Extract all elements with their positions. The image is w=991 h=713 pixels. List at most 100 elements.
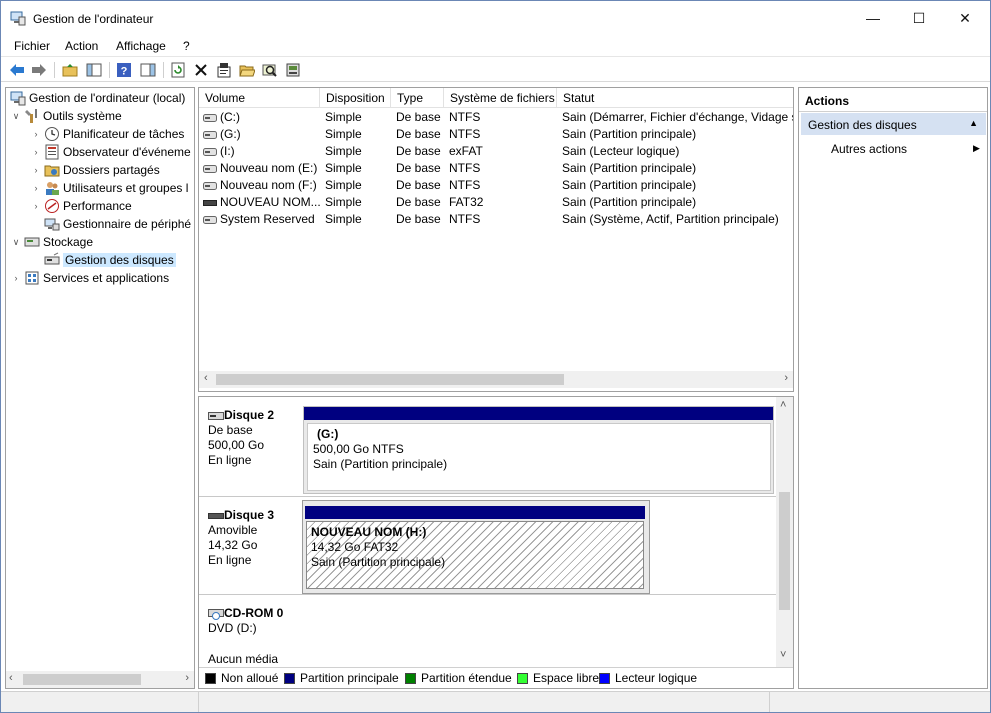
expand-arrow-icon[interactable]: › [30,129,42,139]
forward-icon[interactable] [30,61,48,79]
scroll-left-icon[interactable]: ‹ [9,672,13,684]
collapse-arrow-icon[interactable]: ∨ [10,237,22,248]
partition-name: (G:) [317,427,339,441]
actions-section-gestion-disques[interactable]: Gestion des disques ▲ [801,113,986,135]
disk-info-disque-2[interactable]: Disque 2 De base 500,00 Go En ligne [199,397,302,497]
legend-label: Espace libre [533,671,600,685]
collapse-triangle-icon[interactable]: ▲ [969,118,978,128]
partition-g[interactable]: (G:) 500,00 Go NTFS Sain (Partition prin… [303,406,774,494]
search-icon[interactable] [261,61,279,79]
column-header-type[interactable]: Type [391,88,444,108]
menu-bar: Fichier Action Affichage ? [1,35,990,57]
computer-management-icon [10,11,26,26]
tree-item-outils-systeme[interactable]: ∨ Outils système [10,107,122,125]
table-cell: (I:) [220,144,235,158]
tree-item-performance[interactable]: › Performance [30,197,132,215]
table-row[interactable]: Nouveau nom (F:) Simple De base NTFS Sain (P… [199,177,793,194]
volume-icon [203,216,217,224]
expand-arrow-icon[interactable]: › [30,147,42,157]
disk-3-track: NOUVEAU NOM (H:) 14,32 Go FAT32 Sain (Pa… [302,498,793,595]
partition-detail: 14,32 Go FAT32 [311,540,399,554]
toolbar: ? [1,58,990,82]
scroll-up-icon[interactable]: ˄ [780,399,786,411]
partition-name: NOUVEAU NOM (H:) [311,525,427,539]
disk-layout-pane: Disque 2 De base 500,00 Go En ligne (G:)… [198,396,794,689]
disk-vertical-scrollbar[interactable]: ˄ ˅ [776,397,793,667]
scroll-right-icon[interactable]: › [185,672,189,684]
tree-item-utilisateurs[interactable]: › Utilisateurs et groupes l [30,179,188,197]
maximize-button[interactable]: ☐ [896,1,942,35]
column-header-filesystem[interactable]: Système de fichiers [444,88,557,108]
menu-fichier[interactable]: Fichier [14,39,50,53]
refresh-icon[interactable] [169,61,187,79]
scroll-thumb[interactable] [779,492,790,610]
open-folder-icon[interactable] [238,61,256,79]
tree-item-gestionnaire-peripheriques[interactable]: Gestionnaire de périphé [42,215,191,233]
tree-horizontal-scrollbar[interactable]: ‹ › [6,671,194,688]
tree-item-stockage[interactable]: ∨ Stockage [10,233,93,251]
disk-name: Disque 3 [224,508,275,522]
collapse-arrow-icon[interactable]: ∨ [10,111,22,122]
table-row[interactable]: (I:) Simple De base exFAT Sain (Lecteur logi… [199,143,793,160]
disk-info-cdrom-0[interactable]: CD-ROM 0 DVD (D:) Aucun média [199,596,302,667]
properties-icon[interactable] [215,61,233,79]
show-hide-action-pane-icon[interactable] [139,61,157,79]
table-cell: FAT32 [449,195,484,209]
menu-affichage[interactable]: Affichage [116,39,166,53]
disk-type: Amovible [208,523,258,537]
tree-item-observateur[interactable]: › Observateur d'événeme [30,143,191,161]
volume-icon [203,131,217,139]
back-icon[interactable] [8,61,26,79]
column-header-disposition[interactable]: Disposition [320,88,391,108]
table-cell: Simple [325,212,362,226]
expand-arrow-icon[interactable]: › [10,273,22,283]
table-row[interactable]: (G:) Simple De base NTFS Sain (Partition pri… [199,126,793,143]
table-row[interactable]: System Reserved Simple De base NTFS Sain (Sy… [199,211,793,228]
delete-icon[interactable] [192,61,210,79]
legend-swatch [284,672,295,684]
partition-info: NOUVEAU NOM (H:) 14,32 Go FAT32 Sain (Pa… [306,521,644,589]
menu-help[interactable]: ? [183,39,190,53]
volume-icon [203,148,217,156]
close-button[interactable]: ✕ [942,1,988,35]
column-header-volume[interactable]: Volume [199,88,320,108]
computer-management-window: Gestion de l'ordinateur — ☐ ✕ Fichier Ac… [0,0,991,713]
submenu-arrow-icon[interactable]: ▶ [973,143,980,154]
table-cell: NTFS [449,127,481,141]
window-title: Gestion de l'ordinateur [33,12,154,26]
table-row[interactable]: Nouveau nom (E:) Simple De base NTFS Sain (P… [199,160,793,177]
disk-info-disque-3[interactable]: Disque 3 Amovible 14,32 Go En ligne [199,498,302,595]
event-viewer-icon [45,144,59,160]
legend-item-partition-etendue: Partition étendue [405,671,512,685]
table-row[interactable]: NOUVEAU NOM... Simple De base FAT32 Sain (Pa… [199,194,793,211]
removable-disk-icon [208,512,224,519]
scroll-left-icon[interactable]: ‹ [204,372,208,384]
tree-item-gestion-des-disques[interactable]: Gestion des disques [42,251,176,269]
disk-status: En ligne [208,553,252,567]
scroll-thumb[interactable] [216,374,564,385]
volume-icon [203,114,217,122]
table-cell: Sain (Partition principale) [562,195,697,209]
expand-arrow-icon[interactable]: › [30,165,42,175]
tree-item-planificateur[interactable]: › Planificateur de tâches [30,125,184,143]
action-autres-actions[interactable]: Autres actions [831,142,907,156]
table-row[interactable]: (C:) Simple De base NTFS Sain (Démarrer, Fic… [199,109,793,126]
up-folder-icon[interactable] [61,61,79,79]
tree-item-dossiers-partages[interactable]: › Dossiers partagés [30,161,160,179]
show-hide-tree-icon[interactable] [85,61,103,79]
tree-root[interactable]: Gestion de l'ordinateur (local) [8,89,185,107]
table-cell: NTFS [449,110,481,124]
partition-h-selected[interactable]: NOUVEAU NOM (H:) 14,32 Go FAT32 Sain (Pa… [302,500,650,594]
expand-arrow-icon[interactable]: › [30,201,42,211]
help-icon[interactable]: ? [115,61,133,79]
disk-settings-icon[interactable] [284,61,302,79]
minimize-button[interactable]: — [850,1,896,35]
scroll-down-icon[interactable]: ˅ [780,649,786,661]
list-horizontal-scrollbar[interactable]: ‹ › [199,371,793,388]
tree-item-services[interactable]: › Services et applications [10,269,170,287]
column-header-statut[interactable]: Statut [557,88,793,108]
expand-arrow-icon[interactable]: › [30,183,42,193]
scroll-thumb[interactable] [23,674,141,685]
scroll-right-icon[interactable]: › [784,372,788,384]
menu-action[interactable]: Action [65,39,98,53]
